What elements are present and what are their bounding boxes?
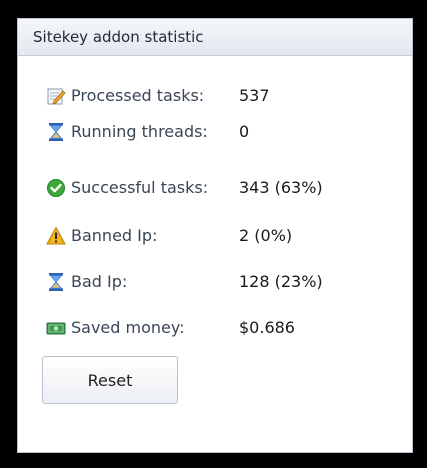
stat-value: 2 (0%) [239,226,293,245]
stat-value: 128 (23%) [239,272,323,291]
stat-label: Successful tasks: [71,178,209,197]
hourglass-icon [49,123,63,141]
statistics-panel: Sitekey addon statistic Processed tasks:… [17,18,413,453]
stat-label: Processed tasks: [71,86,205,105]
stat-value: $0.686 [239,318,295,337]
warning-icon [46,227,66,245]
stat-value: 0 [239,122,250,141]
stat-label: Banned Ip: [71,226,158,245]
stat-label: Running threads: [71,122,208,141]
money-icon [46,322,66,335]
stat-value: 537 [239,86,270,105]
hourglass-icon [49,273,63,291]
panel-header: Sitekey addon statistic [18,19,412,56]
stat-label: Bad Ip: [71,272,128,291]
reset-button[interactable]: Reset [42,356,178,404]
panel-title: Sitekey addon statistic [33,28,204,46]
edit-note-icon [47,88,66,105]
check-circle-icon [47,179,65,197]
stat-label: Saved money: [71,318,185,337]
stat-value: 343 (63%) [239,178,323,197]
